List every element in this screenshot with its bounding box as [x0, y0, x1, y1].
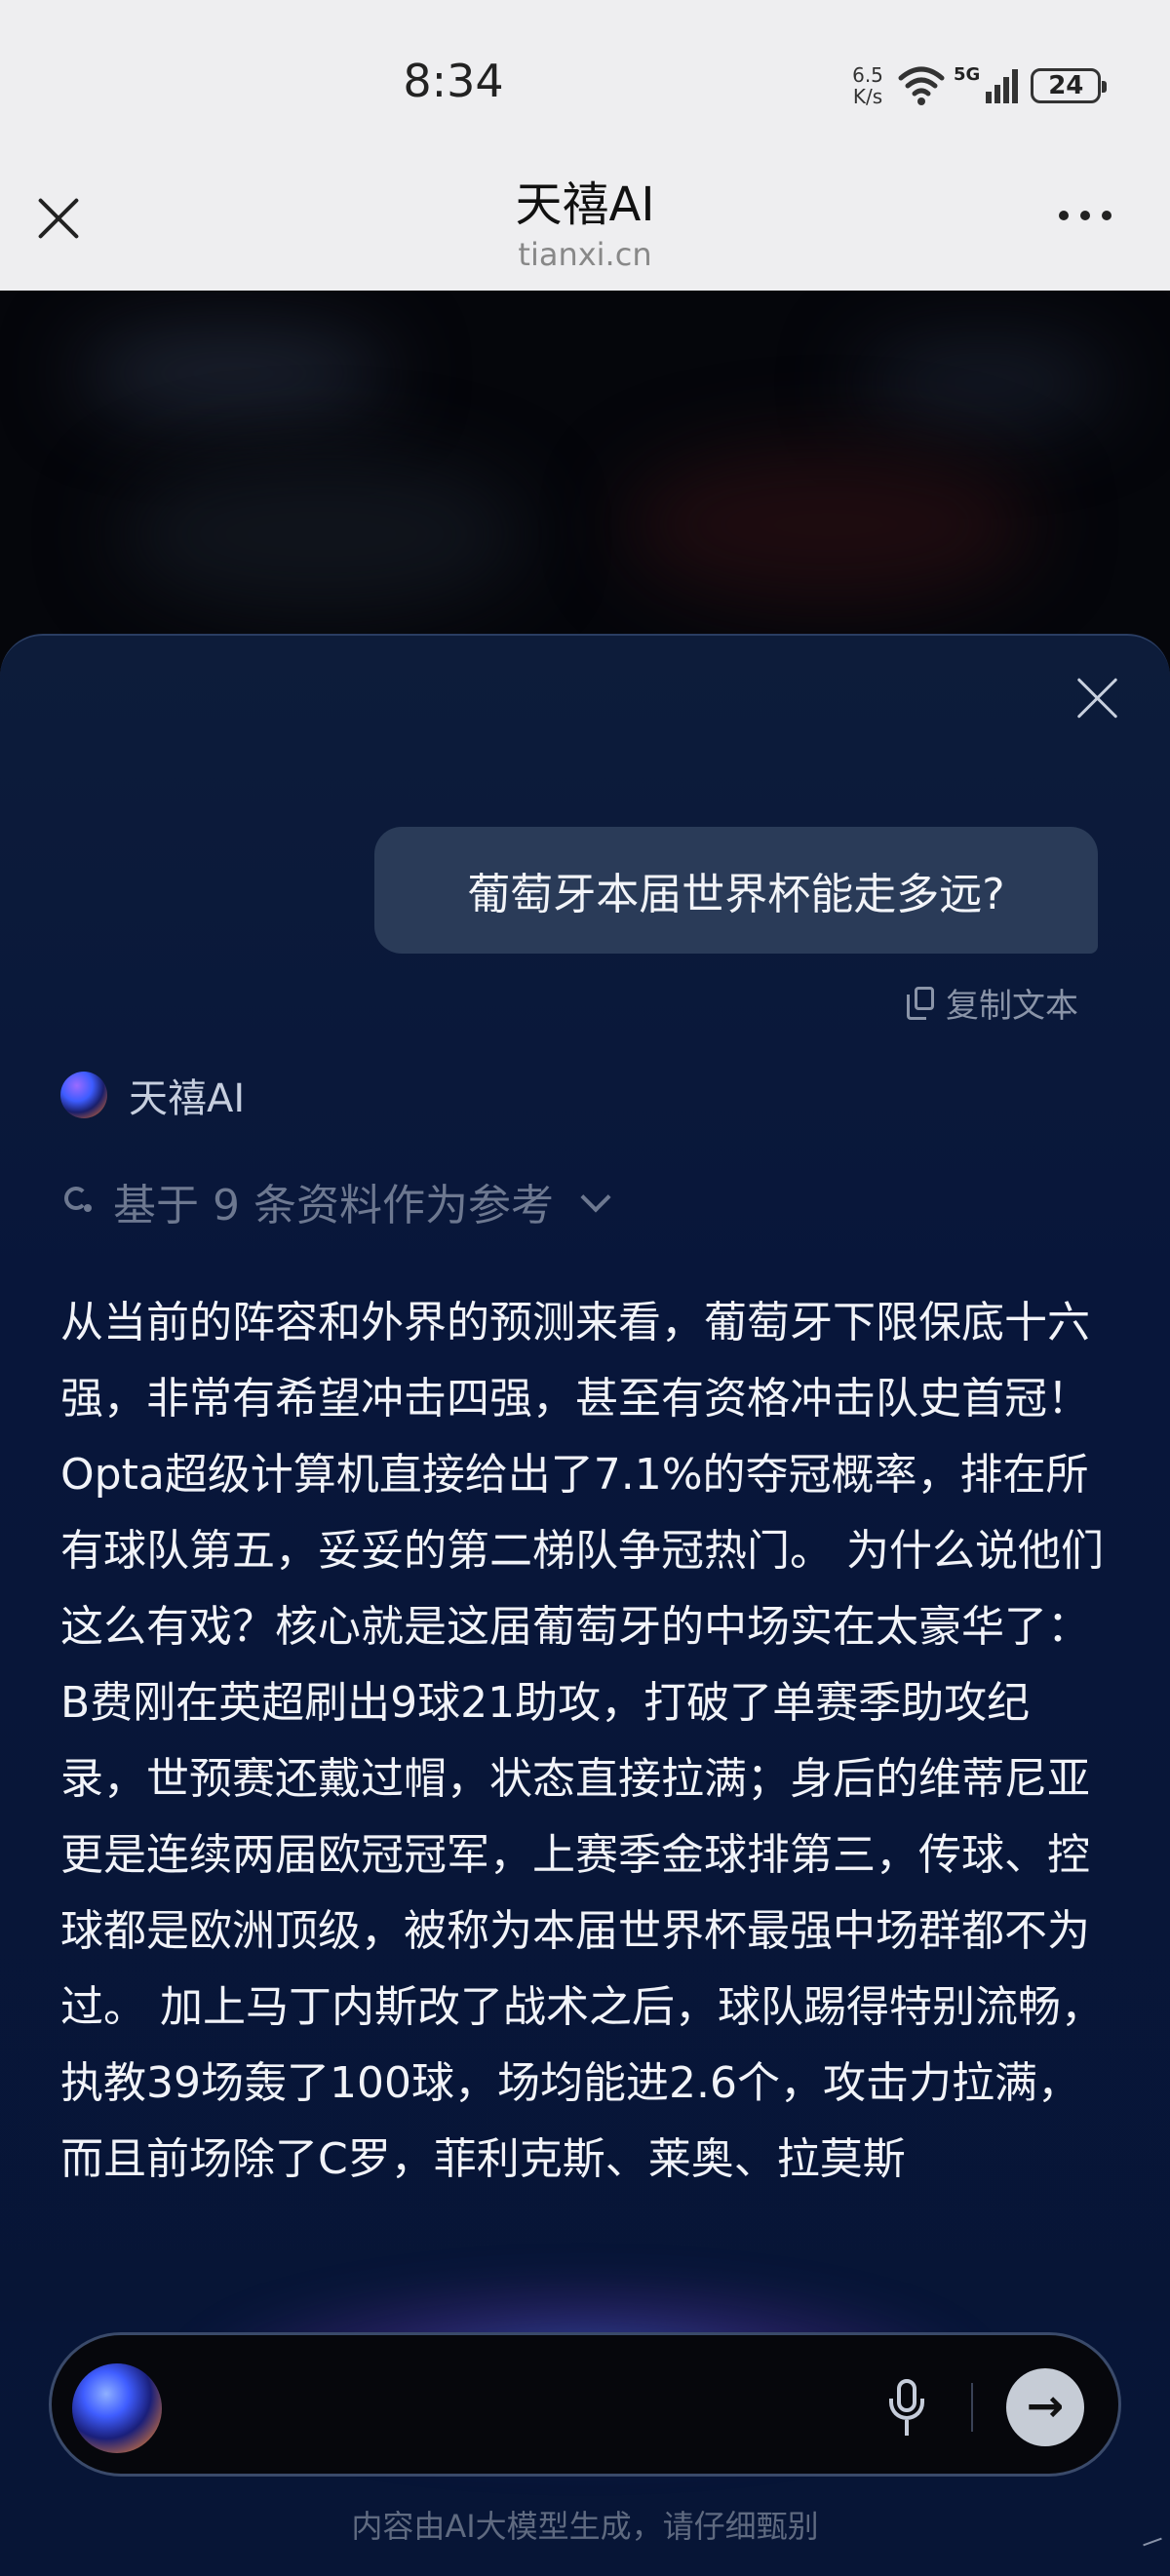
ai-avatar	[60, 1072, 107, 1118]
copy-text-button[interactable]: 复制文本	[907, 979, 1078, 1027]
mic-stem	[905, 2420, 909, 2436]
send-button[interactable]: →	[1006, 2368, 1084, 2446]
copy-text-label: 复制文本	[946, 987, 1078, 1026]
arrow-right-icon: →	[1026, 2379, 1065, 2432]
copy-icon	[907, 986, 936, 1020]
net-speed-unit: K/s	[852, 85, 883, 108]
ai-answer-text: 从当前的阵容和外界的预测来看，葡萄牙下限保底十六强，非常有希望冲击四强，甚至有资…	[60, 1298, 1104, 2184]
chevron-down-icon	[580, 1182, 611, 1213]
chat-input[interactable]	[176, 2363, 862, 2455]
status-time: 8:34	[403, 55, 504, 107]
input-divider	[971, 2383, 973, 2432]
net-speed-value: 6.5	[852, 63, 883, 87]
references-toggle[interactable]: 基于 9 条资料作为参考	[62, 1170, 611, 1232]
wifi-icon	[897, 64, 946, 107]
references-label: 基于 9 条资料作为参考	[113, 1181, 554, 1230]
net-speed: 6.5 K/s	[846, 64, 889, 107]
close-icon[interactable]	[1076, 677, 1119, 720]
ai-disclaimer: 内容由AI大模型生成，请仔细甄别	[351, 2508, 819, 2545]
network-type: 5G	[954, 64, 981, 85]
status-icons: 6.5 K/s 5G 24	[846, 60, 1108, 111]
ai-header: 天禧AI	[60, 1067, 245, 1123]
search-sources-icon	[62, 1185, 96, 1218]
more-icon[interactable]	[1059, 211, 1112, 220]
page-title: 天禧AI	[515, 177, 655, 232]
battery-level: 24	[1048, 71, 1084, 100]
ai-name: 天禧AI	[129, 1076, 246, 1121]
signal-icon	[984, 66, 1023, 105]
status-bar: 8:34 6.5 K/s 5G 24	[0, 0, 1170, 161]
user-message-text: 葡萄牙本届世界杯能走多远?	[467, 870, 1005, 919]
user-message-bubble: 葡萄牙本届世界杯能走多远?	[374, 827, 1098, 954]
battery-icon: 24	[1031, 68, 1108, 103]
ai-orb-button[interactable]	[72, 2363, 162, 2453]
page-url: tianxi.cn	[518, 236, 652, 273]
